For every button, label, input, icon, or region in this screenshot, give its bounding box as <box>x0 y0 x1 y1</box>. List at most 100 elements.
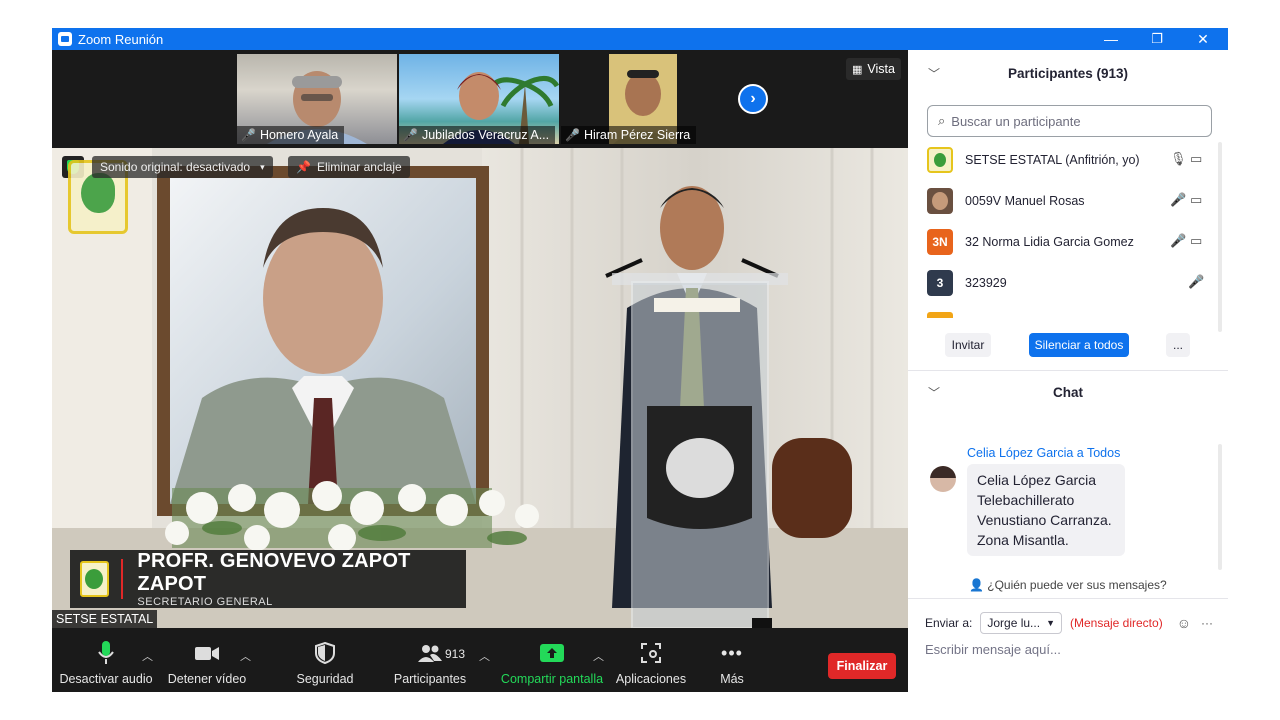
participants-options-caret[interactable]: ︿ <box>479 648 490 664</box>
participants-title: Participantes (913) <box>1007 65 1129 81</box>
avatar <box>930 466 956 492</box>
participant-name: 323929 <box>965 275 1007 290</box>
chevron-down-icon[interactable]: ▾ <box>260 162 265 173</box>
chat-message-line: Zona Misantla. <box>977 532 1069 548</box>
search-icon: ⌕ <box>938 113 946 128</box>
unpin-label: Eliminar anclaje <box>316 160 402 174</box>
zoom-app-icon <box>58 32 72 46</box>
avatar <box>927 146 953 173</box>
emoji-icon[interactable]: ☺ <box>1177 615 1191 631</box>
shield-icon <box>315 638 335 668</box>
who-can-see-link[interactable]: 👤 ¿Quién puede ver sus mensajes? <box>908 578 1228 592</box>
chat-message-line: Venustiano Carranza. <box>977 512 1112 528</box>
participants-count: 913 <box>445 647 466 661</box>
avatar: 3N <box>927 228 953 255</box>
participants-label: Participantes <box>393 672 467 686</box>
apps-label: Aplicaciones <box>615 672 687 686</box>
video-thumbnail[interactable]: 🎤 Hiram Pérez Sierra <box>561 54 721 144</box>
title-bar: Zoom Reunión — ❐ ✕ <box>52 28 1228 50</box>
video-area: 🎤Homero Ayala 🎤Jubilados Veracruz A... <box>52 50 908 628</box>
security-label: Seguridad <box>296 672 354 686</box>
search-placeholder: Buscar un participante <box>951 113 1081 129</box>
next-page-button[interactable]: › <box>738 84 768 114</box>
participant-name: 32 Norma Lidia Garcia Gomez <box>965 234 1134 249</box>
participants-header: ﹀ Participantes (913) <box>908 51 1228 95</box>
more-button[interactable]: ••• Más <box>712 628 752 692</box>
video-thumbnail[interactable]: 🎤 Jubilados Veracruz A... <box>399 54 559 144</box>
close-button[interactable]: ✕ <box>1180 28 1226 50</box>
original-sound-toggle[interactable]: Sonido original: desactivado ▾ <box>92 156 273 178</box>
participant-name: Jubilados Veracruz A... <box>421 128 550 142</box>
chat-message-input[interactable]: Escribir mensaje aquí... <box>925 642 1061 657</box>
video-thumbnail[interactable]: 🎤 Homero Ayala <box>237 54 397 144</box>
thumbnail-strip: 🎤Homero Ayala 🎤Jubilados Veracruz A... <box>52 50 908 148</box>
video-off-icon[interactable]: ▭ <box>1190 192 1202 208</box>
section-divider <box>908 598 1228 599</box>
collapse-chevron-icon[interactable]: ﹀ <box>928 65 940 82</box>
participants-icon <box>417 638 443 668</box>
window-title: Zoom Reunión <box>78 31 164 47</box>
invite-button[interactable]: Invitar <box>945 333 991 357</box>
pin-icon: 📌 <box>296 160 311 174</box>
more-dots-icon[interactable]: ··· <box>1201 616 1213 630</box>
speaker-role: SECRETARIO GENERAL <box>137 596 273 608</box>
participants-scrollbar[interactable] <box>1218 142 1222 332</box>
send-to-row: Enviar a: Jorge lu... ▼ (Mensaje directo… <box>925 612 1213 634</box>
minimize-button[interactable]: — <box>1088 28 1134 50</box>
audio-options-caret[interactable]: ︿ <box>142 648 153 664</box>
video-off-icon[interactable]: ▭ <box>1190 151 1202 167</box>
apps-icon <box>641 638 661 668</box>
participant-name: Hiram Pérez Sierra <box>583 128 691 142</box>
share-options-caret[interactable]: ︿ <box>593 648 604 664</box>
lower-third-divider <box>120 559 124 599</box>
active-speaker-video[interactable]: Sonido original: desactivado ▾ 📌 Elimina… <box>52 148 908 628</box>
mic-muted-icon[interactable]: 🎤 <box>1170 192 1186 208</box>
grid-view-icon: ▦ <box>852 63 863 76</box>
chevron-down-icon: ▼ <box>1046 618 1055 628</box>
view-button-label: Vista <box>867 62 895 76</box>
chat-scrollbar[interactable] <box>1218 444 1222 570</box>
participant-search-input[interactable]: ⌕ Buscar un participante <box>927 105 1212 137</box>
chat-message-line: Telebachillerato <box>977 492 1075 508</box>
meeting-toolbar: Desactivar audio ︿ Detener vídeo ︿ Segur… <box>52 628 908 692</box>
mute-audio-button[interactable]: Desactivar audio <box>59 628 153 692</box>
chat-sender: Celia López Garcia a Todos <box>967 446 1121 460</box>
participant-row[interactable]: 3N 32 Norma Lidia Garcia Gomez 🎤 ▭ <box>908 221 1218 262</box>
video-off-icon[interactable]: ▭ <box>1190 233 1202 249</box>
participant-row[interactable]: SETSE ESTATAL (Anfitrión, yo) 🎙 ▭ <box>908 139 1218 180</box>
apps-button[interactable]: Aplicaciones <box>614 628 688 692</box>
mic-muted-icon[interactable]: 🎤 <box>1170 233 1186 249</box>
mute-all-button[interactable]: Silenciar a todos <box>1029 333 1129 357</box>
stop-video-label: Detener vídeo <box>167 672 247 686</box>
collapse-chevron-icon[interactable]: ﹀ <box>928 384 940 401</box>
more-dots-icon: ••• <box>721 642 743 663</box>
participant-name: Homero Ayala <box>259 128 339 142</box>
participant-name: 0059V Manuel Rosas <box>965 193 1085 208</box>
unpin-button[interactable]: 📌 Eliminar anclaje <box>288 156 410 178</box>
zoom-window: Zoom Reunión — ❐ ✕ 🎤 Homero Ayala 🎤 Jubi… <box>52 28 1228 692</box>
mic-muted-icon[interactable]: 🎤 <box>1188 274 1204 290</box>
restore-button[interactable]: ❐ <box>1134 28 1180 50</box>
share-screen-button[interactable]: Compartir pantalla <box>500 628 604 692</box>
chat-message: Celia López Garcia Telebachillerato Venu… <box>967 464 1125 556</box>
video-options-caret[interactable]: ︿ <box>240 648 251 664</box>
speaker-name: PROFR. GENOVEVO ZAPOT ZAPOT <box>137 550 411 595</box>
more-options-button[interactable]: ... <box>1166 333 1190 357</box>
end-meeting-button[interactable]: Finalizar <box>828 653 896 679</box>
participant-name: SETSE ESTATAL (Anfitrión, yo) <box>965 152 1140 167</box>
avatar: 3 <box>927 269 953 296</box>
participant-row[interactable]: 0059V Manuel Rosas 🎤 ▭ <box>908 180 1218 221</box>
participant-row-partial <box>927 312 953 318</box>
microphone-icon[interactable]: 🎙 <box>1170 151 1187 167</box>
recipient-value: Jorge lu... <box>987 616 1041 630</box>
share-screen-icon <box>540 638 564 668</box>
recipient-select[interactable]: Jorge lu... ▼ <box>980 612 1062 634</box>
security-button[interactable]: Seguridad <box>292 628 358 692</box>
thumbnail-label: 🎤 Homero Ayala <box>237 126 345 144</box>
view-button[interactable]: ▦ Vista <box>846 58 901 80</box>
participant-row[interactable]: 3 323929 🎤 <box>908 262 1218 303</box>
mic-muted-icon: 🎤 <box>403 128 418 142</box>
direct-message-label: (Mensaje directo) <box>1069 616 1163 630</box>
video-camera-icon <box>194 638 220 668</box>
stop-video-button[interactable]: Detener vídeo <box>166 628 248 692</box>
